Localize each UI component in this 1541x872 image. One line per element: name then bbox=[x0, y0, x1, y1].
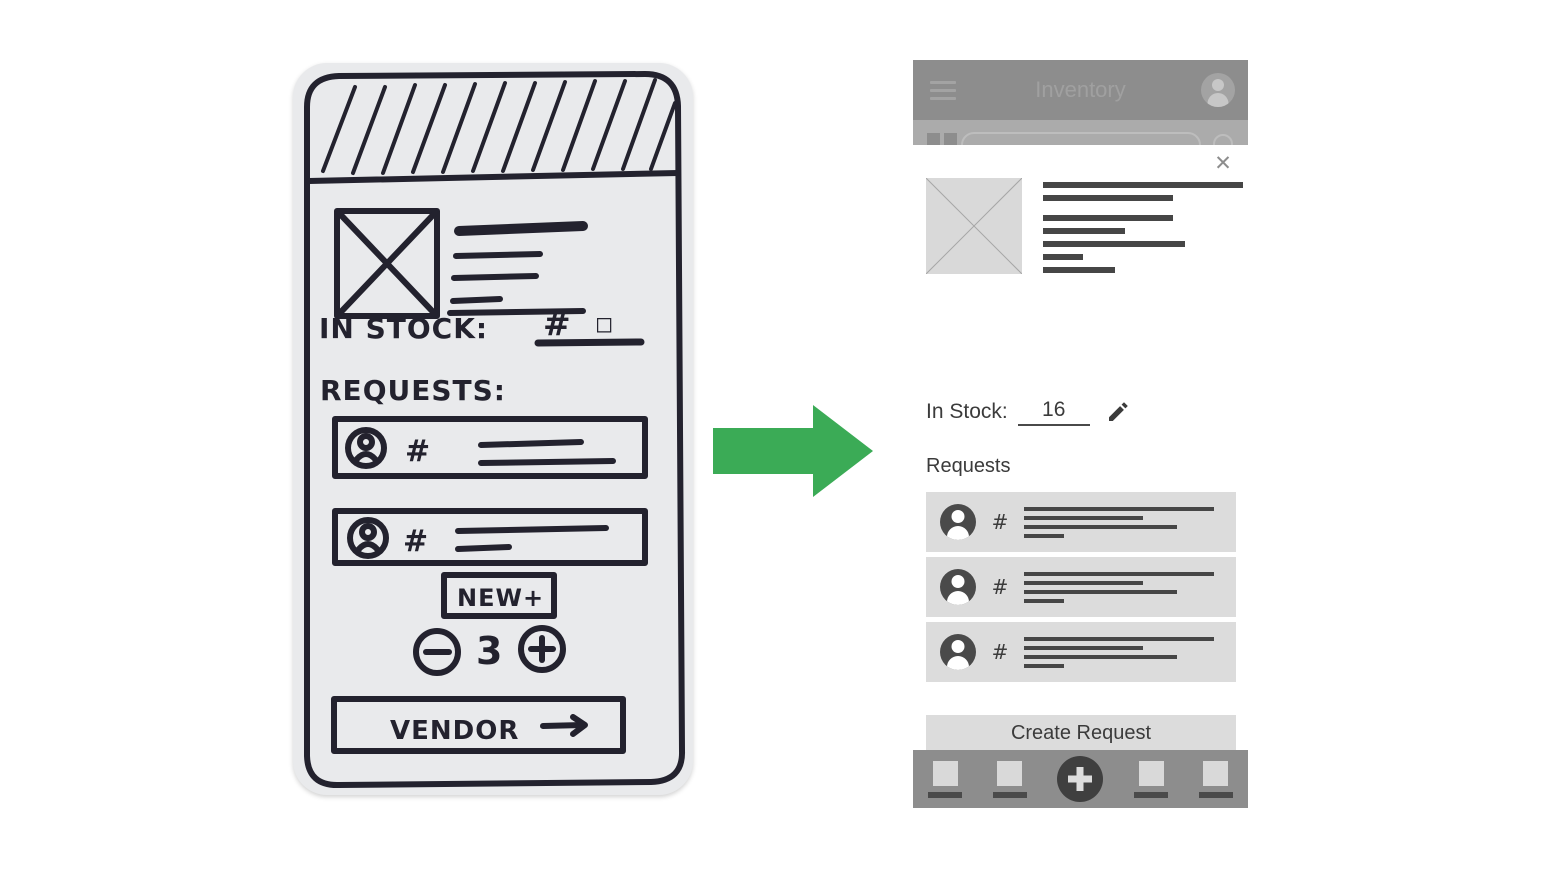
sketch-in-stock-box: ◻ bbox=[595, 312, 614, 337]
pencil-edit-icon[interactable] bbox=[1106, 400, 1130, 424]
search-input[interactable] bbox=[961, 132, 1201, 145]
request-hash: # bbox=[991, 640, 1009, 664]
sketch-row2-hash: # bbox=[403, 524, 429, 559]
square-nav-icon bbox=[997, 760, 1023, 786]
square-nav-icon bbox=[1203, 760, 1229, 786]
request-hash: # bbox=[991, 575, 1009, 599]
square-nav-icon bbox=[932, 760, 958, 786]
nav-item-2[interactable] bbox=[992, 760, 1027, 798]
magnifier-icon[interactable] bbox=[1213, 134, 1233, 145]
image-placeholder-x bbox=[926, 178, 1022, 274]
request-row[interactable]: # bbox=[926, 492, 1236, 552]
product-text-placeholder bbox=[1043, 178, 1243, 280]
nav-item-1[interactable] bbox=[928, 760, 963, 798]
sketch-in-stock-hash: # bbox=[543, 304, 572, 343]
filter-blocks-icon[interactable] bbox=[927, 133, 957, 145]
account-avatar-icon bbox=[940, 504, 976, 540]
nav-underline bbox=[928, 791, 963, 798]
create-request-button[interactable]: Create Request bbox=[926, 715, 1236, 751]
request-text-placeholder bbox=[1024, 636, 1236, 668]
account-avatar-icon bbox=[940, 569, 976, 605]
detail-sheet: ✕ In Stock: 16 Requests # # # Create Req… bbox=[913, 145, 1248, 808]
nav-item-5[interactable] bbox=[1198, 760, 1233, 798]
request-text-placeholder bbox=[1024, 571, 1236, 603]
nav-underline bbox=[992, 791, 1027, 798]
app-header-bar: Inventory bbox=[913, 60, 1248, 120]
request-hash: # bbox=[991, 510, 1009, 534]
page-title: Inventory bbox=[1035, 77, 1126, 102]
sketch-new-label: NEW+ bbox=[457, 584, 544, 612]
sketch-vendor-label: VENDOR bbox=[390, 716, 519, 746]
square-nav-icon bbox=[1138, 760, 1164, 786]
sketch-in-stock-label: IN STOCK: bbox=[319, 312, 488, 345]
screenshot-canvas: IN STOCK: # ◻ REQUESTS: # # NEW+ 3 VENDO… bbox=[0, 0, 1541, 872]
sketch-row1-hash: # bbox=[405, 434, 431, 469]
sketch-drawing: IN STOCK: # ◻ REQUESTS: # # NEW+ 3 VENDO… bbox=[304, 71, 686, 789]
in-stock-label: In Stock: bbox=[926, 400, 1008, 423]
request-text-placeholder bbox=[1024, 506, 1236, 538]
nav-item-4[interactable] bbox=[1134, 760, 1169, 798]
in-stock-value[interactable]: 16 bbox=[1017, 398, 1090, 426]
plus-icon[interactable] bbox=[1057, 756, 1104, 802]
hamburger-icon[interactable] bbox=[913, 80, 973, 100]
hand-sketch-wireframe: IN STOCK: # ◻ REQUESTS: # # NEW+ 3 VENDO… bbox=[293, 63, 693, 795]
request-row[interactable]: # bbox=[926, 622, 1236, 682]
account-avatar-icon[interactable] bbox=[1188, 73, 1248, 107]
conversion-arrow-icon bbox=[713, 405, 873, 497]
app-search-bar bbox=[913, 120, 1248, 145]
nav-underline bbox=[1134, 791, 1169, 798]
nav-underline bbox=[1198, 791, 1233, 798]
product-summary bbox=[926, 178, 1243, 280]
close-icon[interactable]: ✕ bbox=[1210, 150, 1236, 176]
bottom-navigation-bar bbox=[913, 750, 1248, 808]
requests-heading: Requests bbox=[926, 455, 1011, 477]
sketch-requests-label: REQUESTS: bbox=[320, 374, 506, 407]
sketch-stepper-value: 3 bbox=[476, 629, 503, 673]
request-row[interactable]: # bbox=[926, 557, 1236, 617]
rendered-mockup: Inventory ✕ In Stock: 16 Requests # # # … bbox=[913, 60, 1248, 808]
in-stock-row: In Stock: 16 bbox=[926, 398, 1130, 426]
requests-list: # # # bbox=[926, 492, 1236, 687]
account-avatar-icon bbox=[940, 634, 976, 670]
